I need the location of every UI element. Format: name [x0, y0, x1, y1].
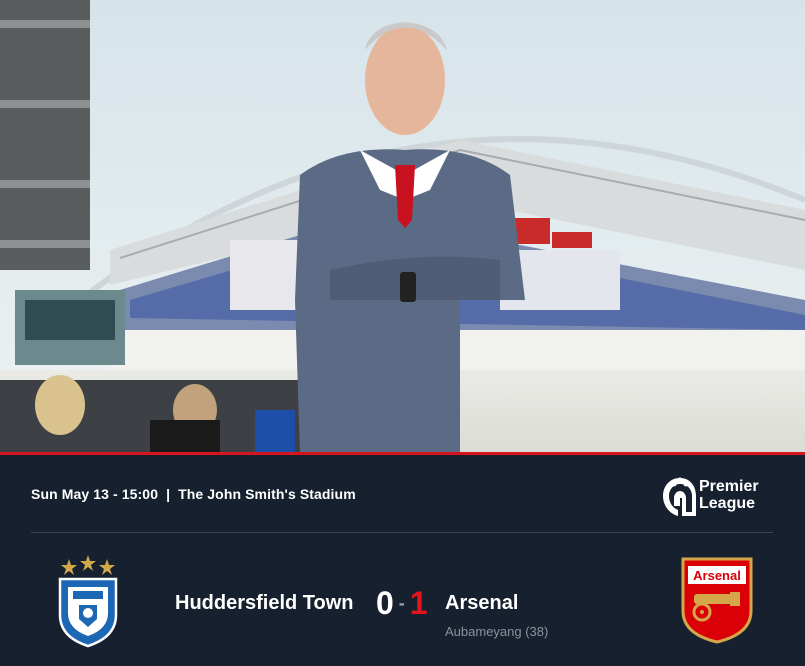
home-team-name[interactable]: Huddersfield Town [175, 592, 354, 615]
arsenal-crest-icon[interactable]: Arsenal [680, 556, 754, 644]
premier-league-wordmark: Premier League [699, 478, 759, 512]
hero-photo [0, 0, 805, 452]
huddersfield-crest-icon[interactable] [55, 553, 121, 648]
premier-league-line2: League [699, 495, 756, 512]
away-team-name[interactable]: Arsenal [445, 592, 518, 615]
divider [31, 532, 773, 533]
fixture-date-time: Sun May 13 - 15:00 [31, 486, 159, 502]
premier-league-line1: Premier [699, 478, 759, 495]
stadium-photo [0, 0, 805, 452]
fixture-info: Sun May 13 - 15:00 | The John Smith's Stad… [31, 486, 356, 502]
away-goalscorers: Aubameyang (38) [445, 624, 549, 639]
fixture-venue: The John Smith's Stadium [178, 486, 356, 502]
fixture-separator: | [166, 486, 171, 502]
arsenal-crest-label: Arsenal [693, 568, 741, 583]
home-score: 0 [376, 585, 394, 621]
scoreline: 0-1 [376, 586, 428, 620]
away-score: 1 [409, 585, 428, 621]
score-separator: - [398, 593, 405, 613]
